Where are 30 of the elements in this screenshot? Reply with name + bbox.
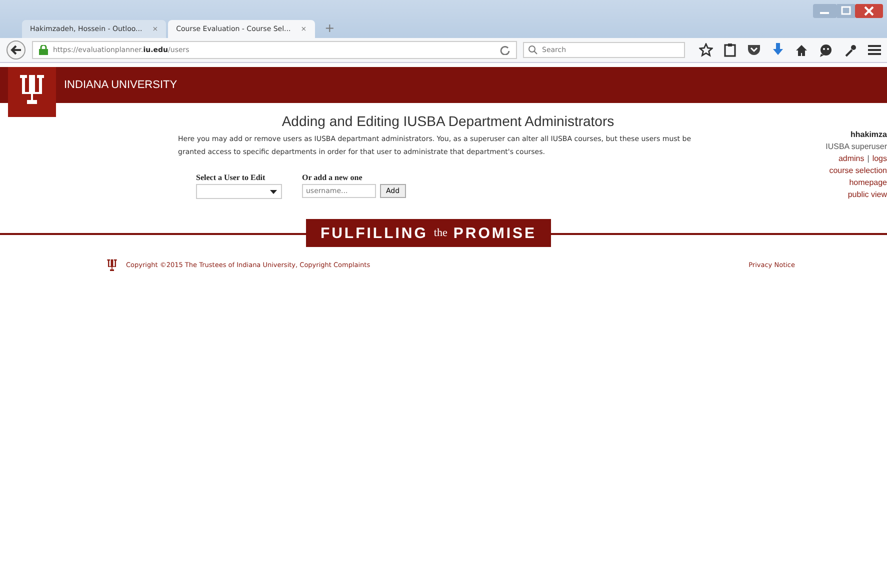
add-label: Or add a new one	[302, 173, 364, 182]
trident-logo-icon[interactable]	[8, 67, 56, 117]
banner-text: the	[434, 227, 448, 239]
star-icon[interactable]	[699, 43, 713, 57]
nav-link[interactable]: admins	[838, 153, 864, 165]
trident-logo-icon[interactable]	[106, 257, 118, 273]
back-icon[interactable]	[6, 40, 26, 60]
username: hhakimza	[850, 129, 887, 141]
select-label: Select a User to Edit	[196, 173, 266, 182]
reload-icon[interactable]	[500, 45, 510, 55]
link-separator: |	[867, 153, 870, 165]
page-heading: Adding and Editing IUSBA Department Administrators	[280, 113, 616, 129]
nav-link[interactable]: homepage	[849, 177, 887, 189]
banner-text: PROMISE	[453, 224, 537, 242]
caret-icon	[270, 190, 277, 194]
window-controls-icon[interactable]	[813, 4, 883, 20]
nav-link[interactable]: logs	[872, 153, 887, 165]
nav-link[interactable]: course selection	[829, 165, 887, 177]
chat-icon[interactable]	[819, 44, 833, 56]
lock-icon	[39, 45, 48, 55]
pocket-icon[interactable]	[747, 44, 761, 56]
menu-icon[interactable]	[868, 44, 881, 56]
nav-link[interactable]: public view	[848, 189, 887, 201]
search-icon	[528, 45, 538, 55]
download-icon[interactable]	[772, 43, 784, 57]
home-icon[interactable]	[795, 44, 808, 56]
banner-text: FULFILLING	[320, 224, 428, 242]
user-role: IUSBA superuser	[826, 141, 887, 153]
site-title[interactable]: INDIANA UNIVERSITY	[64, 79, 178, 91]
clipboard-icon[interactable]	[724, 43, 736, 57]
